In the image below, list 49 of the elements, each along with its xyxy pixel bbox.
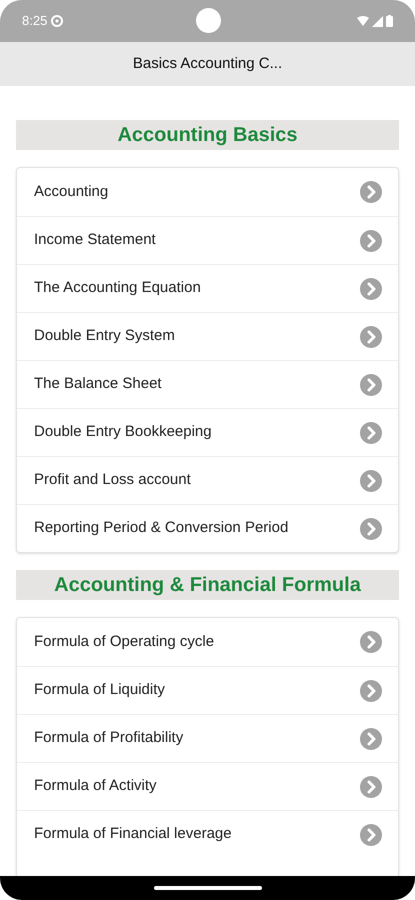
camera-cutout bbox=[196, 8, 221, 33]
item-label: Formula of Operating cycle bbox=[34, 632, 214, 652]
chevron-right-icon bbox=[360, 680, 382, 702]
chevron-right-icon bbox=[360, 422, 382, 444]
item-label: The Accounting Equation bbox=[34, 278, 201, 298]
settings-icon bbox=[51, 15, 64, 27]
chevron-right-icon bbox=[360, 728, 382, 750]
item-label: Income Statement bbox=[34, 230, 156, 250]
chevron-right-icon bbox=[360, 374, 382, 396]
app-title: Basics Accounting C... bbox=[132, 54, 282, 74]
list-item[interactable]: Formula of Liquidity bbox=[17, 666, 398, 714]
status-time: 8:25 bbox=[22, 12, 48, 30]
chevron-right-icon bbox=[360, 230, 382, 252]
list-item[interactable]: Income Statement bbox=[17, 216, 398, 264]
chevron-right-icon bbox=[360, 278, 382, 300]
wifi-icon bbox=[357, 16, 369, 26]
section-title: Accounting & Financial Formula bbox=[54, 573, 361, 598]
chevron-right-icon bbox=[360, 181, 382, 203]
chevron-right-icon bbox=[360, 518, 382, 540]
signal-icon bbox=[372, 16, 383, 26]
list-item[interactable]: Profit and Loss account bbox=[17, 456, 398, 504]
list-item[interactable]: Accounting bbox=[17, 168, 398, 216]
battery-icon bbox=[386, 15, 393, 27]
item-label: Formula of Activity bbox=[34, 776, 157, 796]
item-label: Double Entry System bbox=[34, 326, 175, 346]
list-item[interactable]: The Accounting Equation bbox=[17, 264, 398, 312]
list-item[interactable]: Formula of Financial leverage bbox=[17, 810, 398, 858]
section-title: Accounting Basics bbox=[117, 123, 298, 148]
list-item[interactable]: Formula of Operating cycle bbox=[17, 618, 398, 666]
item-label: Formula of Liquidity bbox=[34, 680, 165, 700]
item-label: Formula of Profitability bbox=[34, 728, 184, 748]
chevron-right-icon bbox=[360, 631, 382, 653]
item-label: Double Entry Bookkeeping bbox=[34, 422, 212, 442]
item-label: Accounting bbox=[34, 182, 108, 202]
item-label: Profit and Loss account bbox=[34, 470, 191, 490]
home-indicator[interactable] bbox=[154, 886, 262, 890]
chevron-right-icon bbox=[360, 776, 382, 798]
item-label: Formula of Financial leverage bbox=[34, 824, 232, 844]
item-label: Reporting Period & Conversion Period bbox=[34, 518, 288, 538]
list-item[interactable]: Double Entry System bbox=[17, 312, 398, 360]
list-item[interactable]: The Balance Sheet bbox=[17, 360, 398, 408]
list-item[interactable]: Formula of Activity bbox=[17, 762, 398, 810]
list-item[interactable]: Formula of Profitability bbox=[17, 714, 398, 762]
item-label: The Balance Sheet bbox=[34, 374, 162, 394]
chevron-right-icon bbox=[360, 824, 382, 846]
chevron-right-icon bbox=[360, 470, 382, 492]
chevron-right-icon bbox=[360, 326, 382, 348]
list-item[interactable]: Double Entry Bookkeeping bbox=[17, 408, 398, 456]
list-item[interactable]: Reporting Period & Conversion Period bbox=[17, 504, 398, 552]
